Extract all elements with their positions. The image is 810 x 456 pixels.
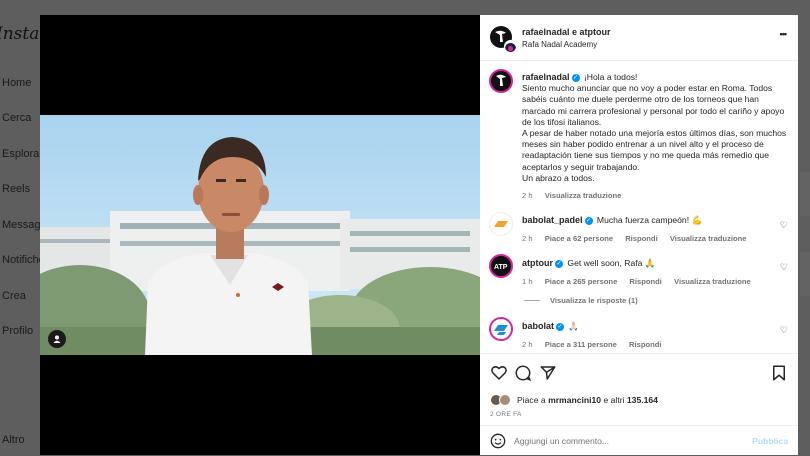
post-location[interactable]: Rafa Nadal Academy [522, 40, 597, 49]
verified-badge-icon: ✓ [555, 259, 563, 268]
nav-messages[interactable]: Messaggi [2, 219, 40, 231]
comment-time: 1 h [522, 277, 533, 286]
verified-badge-icon: ✓ [571, 73, 580, 82]
caption-translate-button[interactable]: Visualizza traduzione [545, 191, 622, 200]
likes-summary[interactable]: Piace a mrmancini10 e altri 135.164 [517, 395, 658, 405]
comment-like-heart-icon[interactable]: ♡ [780, 325, 788, 336]
likes-user[interactable]: mrmancini10 [548, 395, 601, 405]
comment-time: 2 h [522, 340, 533, 349]
post-video[interactable] [40, 115, 480, 355]
post-timestamp[interactable]: 2 ORE FA [490, 411, 522, 418]
post-modal: rafaelnadal e atptour Rafa Nadal Academy… [40, 15, 798, 455]
post-header: rafaelnadal e atptour Rafa Nadal Academy… [480, 15, 798, 61]
caption-username[interactable]: rafaelnadal [522, 72, 570, 82]
verified-badge-icon: ✓ [584, 216, 593, 225]
add-comment-bar: Pubblica [480, 425, 798, 455]
post-caption: rafaelnadal ✓ ¡Hola a todos! Siento mucho… [522, 72, 790, 201]
comment-meta: 2 h Piace a 311 persone Rispondi [522, 340, 772, 349]
comment-like-heart-icon[interactable]: ♡ [780, 262, 788, 273]
background-feed-edge [800, 172, 810, 216]
view-replies-button[interactable]: Visualizza le risposte (1) [550, 296, 638, 305]
comment-reply-button[interactable]: Rispondi [629, 277, 661, 286]
caption-line: ¡Hola a todos! [583, 72, 638, 82]
replies-divider [524, 300, 540, 301]
comment-avatar[interactable] [489, 212, 513, 236]
comment-time: 2 h [522, 234, 533, 243]
share-send-icon[interactable] [539, 364, 557, 382]
comment-likes[interactable]: Piace a 311 persone [545, 340, 617, 349]
comment-avatar[interactable] [489, 317, 513, 341]
caption-line: A pesar de haber notado una mejoría esto… [522, 128, 787, 172]
coauthor-avatar[interactable] [504, 40, 517, 53]
nav-profile[interactable]: Profilo [2, 325, 33, 337]
comment-likes[interactable]: Piace a 62 persone [545, 234, 613, 243]
caption-avatar[interactable] [489, 69, 513, 93]
tagged-users-icon[interactable] [48, 330, 66, 348]
comment-avatar[interactable]: ATP [489, 254, 513, 278]
publish-button[interactable]: Pubblica [752, 436, 788, 446]
comment-text: Mucha fuerza campeón! 💪 [596, 215, 703, 225]
add-comment-input[interactable] [514, 433, 724, 449]
likes-prefix: Piace a [517, 395, 549, 405]
svg-text:ATP: ATP [494, 264, 508, 271]
likes-suffix: e altri [601, 395, 627, 405]
post-side-panel: rafaelnadal e atptour Rafa Nadal Academy… [480, 15, 798, 455]
verified-badge-icon: ✓ [556, 322, 565, 331]
post-media[interactable] [40, 15, 480, 455]
comment-translate-button[interactable]: Visualizza traduzione [674, 277, 751, 286]
comment-username[interactable]: babolat_padel [522, 215, 583, 225]
comment-translate-button[interactable]: Visualizza traduzione [670, 234, 747, 243]
liker-avatar[interactable] [499, 394, 511, 406]
comment-reply-button[interactable]: Rispondi [629, 340, 661, 349]
comment-text: Get well soon, Rafa 🙏 [567, 258, 656, 268]
nav-home[interactable]: Home [2, 77, 31, 89]
nav-explore[interactable]: Esplora [2, 148, 39, 160]
nav-create[interactable]: Crea [2, 290, 26, 302]
likes-count: 135.164 [626, 395, 658, 405]
caption-meta: 2 h Visualizza traduzione [522, 190, 790, 201]
instagram-logo[interactable]: Instagram [0, 24, 40, 44]
sidebar: Instagram Home Cerca Esplora Reels Messa… [0, 0, 40, 456]
comment-text: 🙏🏻 [568, 321, 580, 331]
more-options-icon[interactable]: ••• [780, 29, 788, 39]
video-frame [40, 115, 480, 355]
caption-line: Siento mucho anunciar que no voy a poder… [522, 83, 785, 127]
like-heart-icon[interactable] [490, 364, 508, 382]
nav-notifications[interactable]: Notifiche [2, 254, 40, 266]
comment: babolat_padel ✓ Mucha fuerza campeón! 💪 2… [522, 215, 772, 243]
caption-time: 2 h [522, 191, 533, 201]
comment: atptour ✓ Get well soon, Rafa 🙏 1 h Piace… [522, 258, 772, 286]
emoji-smiley-icon[interactable] [490, 433, 506, 449]
nav-more[interactable]: Altro [2, 434, 25, 446]
background-feed-edge [800, 252, 810, 296]
nav-reels[interactable]: Reels [2, 183, 30, 195]
comment-like-heart-icon[interactable]: ♡ [780, 220, 788, 231]
comment-likes[interactable]: Piace a 265 persone [545, 277, 618, 286]
comment-meta: 1 h Piace a 265 persone Rispondi Visuali… [522, 277, 772, 286]
comment-reply-button[interactable]: Rispondi [625, 234, 657, 243]
comment-username[interactable]: atptour [522, 258, 553, 268]
save-bookmark-icon[interactable] [770, 364, 788, 382]
nav-search[interactable]: Cerca [2, 112, 31, 124]
post-author[interactable]: rafaelnadal e atptour [522, 27, 611, 37]
comment-meta: 2 h Piace a 62 persone Rispondi Visualiz… [522, 234, 772, 243]
comment-bubble-icon[interactable] [514, 364, 532, 382]
caption-line: Un abrazo a todos. [522, 172, 595, 183]
comment-username[interactable]: babolat [522, 321, 554, 331]
comment: babolat ✓ 🙏🏻 2 h Piace a 311 persone Risp… [522, 321, 772, 349]
